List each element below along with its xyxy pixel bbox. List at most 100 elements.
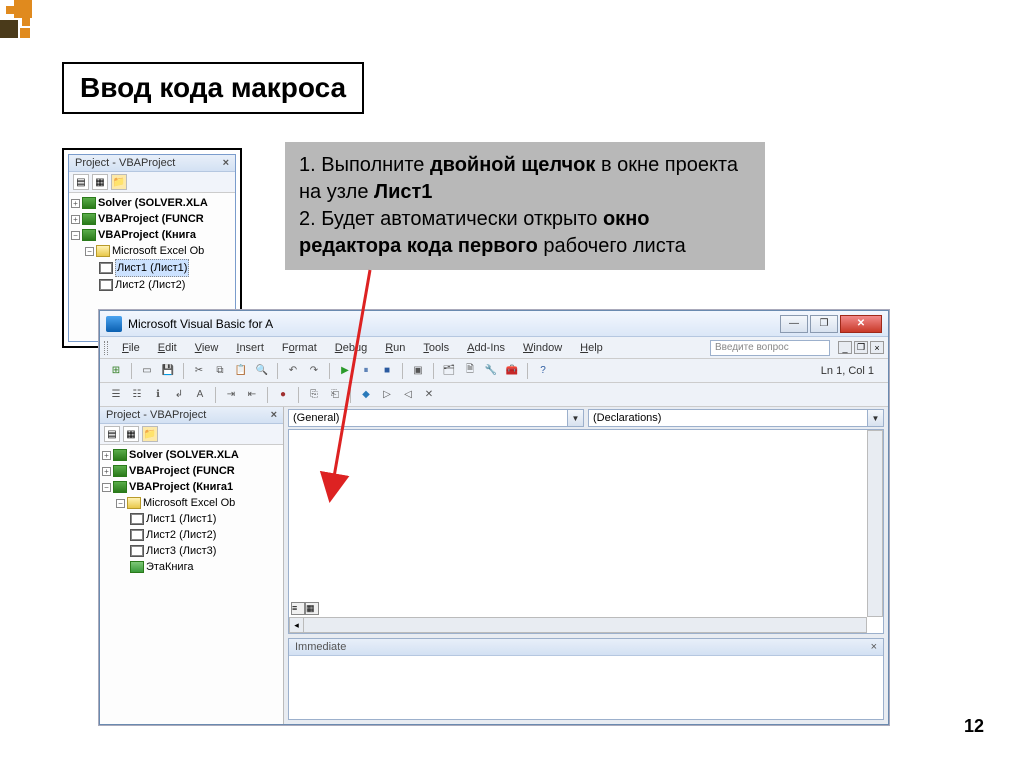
tree-node[interactable]: Solver (SOLVER.XLA	[98, 195, 208, 211]
tree-node[interactable]: VBAProject (Книга	[98, 227, 196, 243]
tree-node[interactable]: Лист3 (Лист3)	[146, 543, 216, 559]
undo-icon[interactable]: ↶	[284, 362, 302, 380]
breakpoint-icon[interactable]: ●	[274, 386, 292, 404]
help-search-input[interactable]: Введите вопрос	[710, 340, 830, 356]
project-explorer-icon[interactable]: 🗂	[440, 362, 458, 380]
complete-word-icon[interactable]: A	[191, 386, 209, 404]
tree-node-sheet1[interactable]: Лист1 (Лист1)	[115, 259, 189, 277]
expand-icon[interactable]: +	[71, 199, 80, 208]
quick-info-icon[interactable]: ℹ	[149, 386, 167, 404]
window-titlebar[interactable]: Microsoft Visual Basic for A — ❐ ✕	[100, 311, 888, 337]
object-browser-icon[interactable]: 🔧	[482, 362, 500, 380]
break-icon[interactable]: ⏸	[357, 362, 375, 380]
close-icon[interactable]: ×	[271, 409, 277, 421]
folder-toggle-icon[interactable]: 📁	[142, 426, 158, 442]
horizontal-scrollbar[interactable]: ◂	[289, 617, 867, 633]
folder-toggle-icon[interactable]: 📁	[111, 174, 127, 190]
minimize-button[interactable]: —	[780, 315, 808, 333]
prev-bookmark-icon[interactable]: ◁	[399, 386, 417, 404]
tree-node[interactable]: VBAProject (Книга1	[129, 479, 233, 495]
menu-file[interactable]: File	[114, 340, 148, 356]
tree-node-sheet1[interactable]: Лист1 (Лист1)	[146, 511, 216, 527]
mdi-restore-button[interactable]: ❐	[854, 341, 868, 354]
view-object-icon[interactable]: ▦	[123, 426, 139, 442]
object-dropdown[interactable]: (General) ▼	[288, 409, 584, 427]
save-icon[interactable]: 💾	[159, 362, 177, 380]
vba-project-icon	[82, 213, 96, 225]
paste-icon[interactable]: 📋	[232, 362, 250, 380]
tree-node[interactable]: Лист2 (Лист2)	[146, 527, 216, 543]
chevron-down-icon: ▼	[867, 410, 883, 426]
view-code-icon[interactable]: ▤	[104, 426, 120, 442]
menu-window[interactable]: Window	[515, 340, 570, 356]
bookmark-icon[interactable]: ◆	[357, 386, 375, 404]
menu-insert[interactable]: Insert	[228, 340, 272, 356]
list-constants-icon[interactable]: ☷	[128, 386, 146, 404]
immediate-input[interactable]	[289, 656, 883, 719]
worksheet-icon	[130, 529, 144, 541]
menu-edit[interactable]: Edit	[150, 340, 185, 356]
indent-icon[interactable]: ⇥	[222, 386, 240, 404]
menu-run[interactable]: Run	[377, 340, 413, 356]
close-icon[interactable]: ×	[871, 641, 877, 653]
collapse-icon[interactable]: −	[102, 483, 111, 492]
vba-project-icon	[113, 481, 127, 493]
collapse-icon[interactable]: −	[71, 231, 80, 240]
cut-icon[interactable]: ✂	[190, 362, 208, 380]
reset-icon[interactable]: ■	[378, 362, 396, 380]
toolbox-icon[interactable]: 🧰	[503, 362, 521, 380]
expand-icon[interactable]: +	[102, 451, 111, 460]
tree-node[interactable]: ЭтаКнига	[146, 559, 193, 575]
help-icon[interactable]: ?	[534, 362, 552, 380]
menu-format[interactable]: Format	[274, 340, 325, 356]
close-icon[interactable]: ×	[223, 157, 229, 169]
next-bookmark-icon[interactable]: ▷	[378, 386, 396, 404]
vertical-scrollbar[interactable]	[867, 430, 883, 617]
mdi-close-button[interactable]: ×	[870, 341, 884, 354]
tree-node[interactable]: Лист2 (Лист2)	[115, 277, 185, 293]
folder-icon	[96, 245, 110, 257]
full-module-view-button[interactable]: ▦	[305, 602, 319, 615]
view-object-icon[interactable]: ▦	[92, 174, 108, 190]
copy-icon[interactable]: ⧉	[211, 362, 229, 380]
uncomment-icon[interactable]: ⎗	[326, 386, 344, 404]
tree-node[interactable]: VBAProject (FUNCR	[129, 463, 235, 479]
tree-node[interactable]: VBAProject (FUNCR	[98, 211, 204, 227]
menu-help[interactable]: Help	[572, 340, 611, 356]
slide-decoration	[0, 0, 56, 56]
outdent-icon[interactable]: ⇤	[243, 386, 261, 404]
close-button[interactable]: ✕	[840, 315, 882, 333]
run-icon[interactable]: ▶	[336, 362, 354, 380]
find-icon[interactable]: 🔍	[253, 362, 271, 380]
expand-icon[interactable]: +	[102, 467, 111, 476]
menu-view[interactable]: View	[187, 340, 227, 356]
tree-node[interactable]: Microsoft Excel Ob	[112, 243, 204, 259]
properties-icon[interactable]: 🗎	[461, 362, 479, 380]
mdi-minimize-button[interactable]: _	[838, 341, 852, 354]
tree-node[interactable]: Solver (SOLVER.XLA	[129, 447, 239, 463]
comment-icon[interactable]: ⎘	[305, 386, 323, 404]
param-info-icon[interactable]: ↲	[170, 386, 188, 404]
clear-bookmarks-icon[interactable]: ✕	[420, 386, 438, 404]
menu-addins[interactable]: Add-Ins	[459, 340, 513, 356]
procedure-view-button[interactable]: ≡	[291, 602, 305, 615]
view-code-icon[interactable]: ▤	[73, 174, 89, 190]
procedure-dropdown[interactable]: (Declarations) ▼	[588, 409, 884, 427]
slide-title: Ввод кода макроса	[62, 62, 364, 114]
collapse-icon[interactable]: −	[116, 499, 125, 508]
tree-node[interactable]: Microsoft Excel Ob	[143, 495, 235, 511]
list-properties-icon[interactable]: ☰	[107, 386, 125, 404]
code-editor[interactable]: ◂ ≡ ▦	[288, 429, 884, 634]
menu-tools[interactable]: Tools	[415, 340, 457, 356]
maximize-button[interactable]: ❐	[810, 315, 838, 333]
toolbar-grip[interactable]	[104, 341, 108, 355]
project-tree: + Solver (SOLVER.XLA + VBAProject (FUNCR −…	[100, 445, 283, 577]
worksheet-icon	[99, 279, 113, 291]
insert-module-icon[interactable]: ▭	[138, 362, 156, 380]
redo-icon[interactable]: ↷	[305, 362, 323, 380]
design-mode-icon[interactable]: ▣	[409, 362, 427, 380]
collapse-icon[interactable]: −	[85, 247, 94, 256]
menu-debug[interactable]: Debug	[327, 340, 375, 356]
view-excel-icon[interactable]: ⊞	[107, 362, 125, 380]
expand-icon[interactable]: +	[71, 215, 80, 224]
